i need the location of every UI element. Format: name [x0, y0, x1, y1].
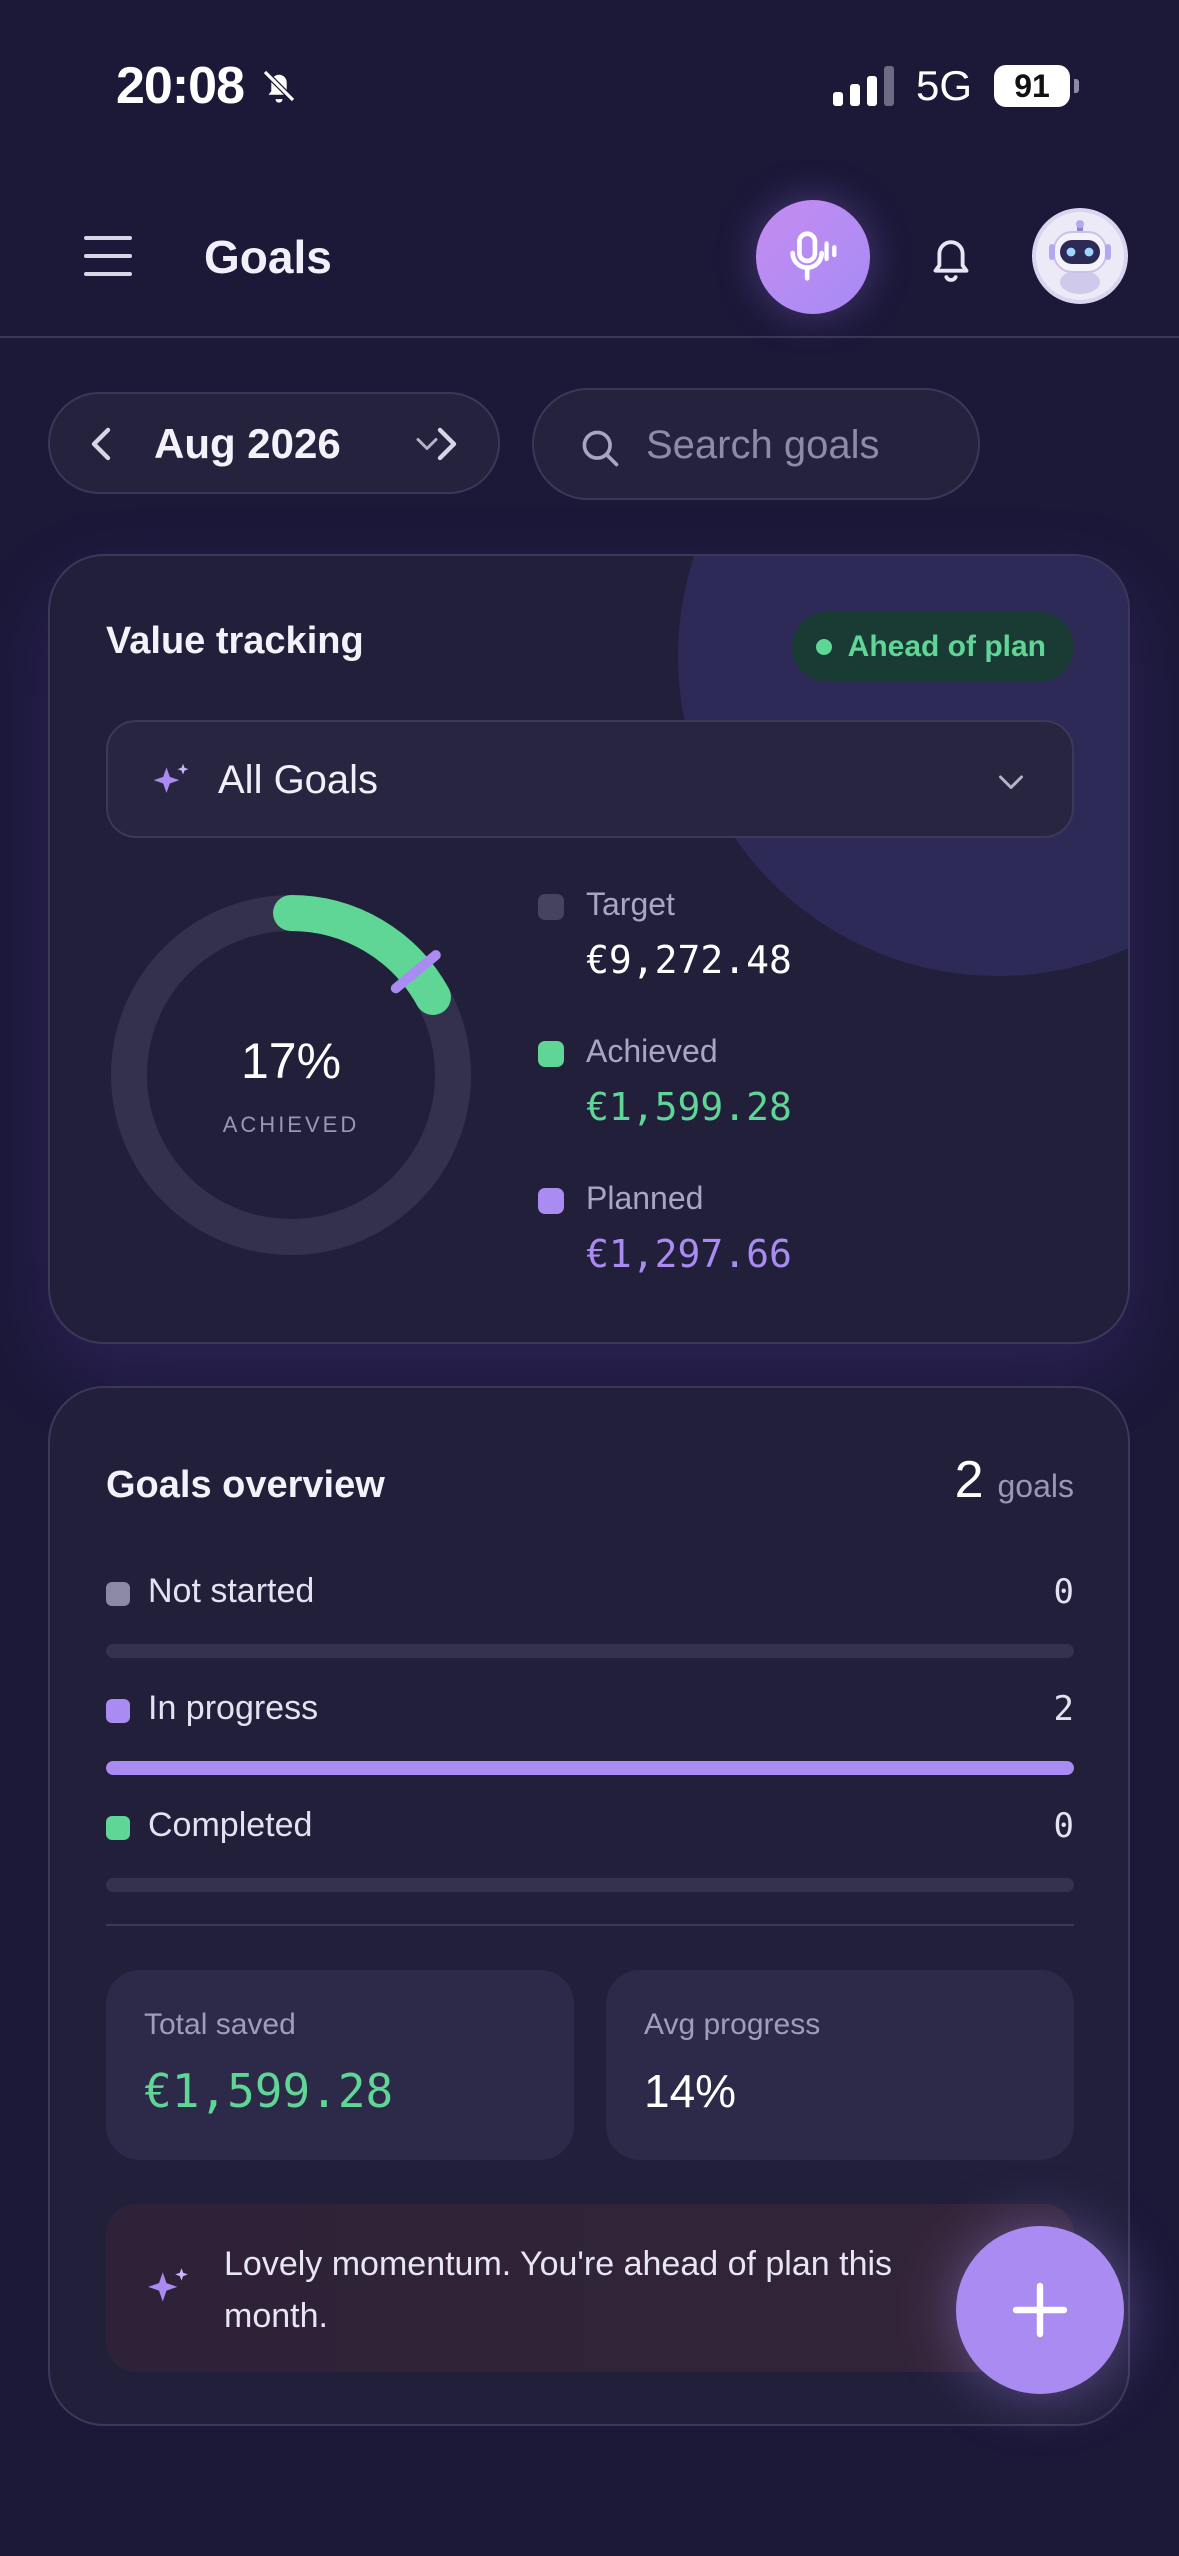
status-progress-track [106, 1644, 1074, 1658]
total-saved-value: €1,599.28 [144, 2064, 394, 2118]
value-tracking-card: Value tracking Ahead of plan All Goals 1… [48, 554, 1130, 1344]
goals-count: 2 goals [955, 1450, 1074, 1510]
add-goal-button[interactable] [956, 2226, 1124, 2394]
total-saved-box: Total saved €1,599.28 [106, 1970, 574, 2160]
clock: 20:08 [116, 57, 245, 115]
status-dot [815, 639, 832, 655]
avg-progress-label: Avg progress [644, 2008, 821, 2041]
signal-icon [832, 66, 894, 106]
legend-value: €1,599.28 [586, 1085, 792, 1129]
status-time: 20:08 [116, 56, 300, 116]
momentum-note-text: Lovely momentum. You're ahead of plan th… [224, 2245, 893, 2335]
menu-icon[interactable] [84, 236, 132, 276]
avatar[interactable] [1032, 208, 1128, 304]
legend-label: Target [586, 886, 675, 922]
momentum-note: Lovely momentum. You're ahead of plan th… [106, 2204, 1074, 2372]
legend-swatch [538, 1041, 564, 1067]
status-label: In progress [148, 1689, 319, 1727]
network-type: 5G [915, 62, 972, 109]
legend-swatch [538, 894, 564, 920]
donut-achieved-arc [273, 895, 451, 1015]
search-input[interactable] [646, 420, 946, 470]
avg-progress-box: Avg progress 14% [606, 1970, 1074, 2160]
plus-icon [1012, 2282, 1068, 2338]
legend-value: €9,272.48 [586, 938, 792, 982]
total-saved-label: Total saved [144, 2008, 296, 2041]
chevron-left-icon[interactable] [82, 422, 122, 466]
goal-selector-value: All Goals [218, 758, 379, 802]
status-indicators: 5G 91 [832, 62, 1079, 110]
bell-muted-icon [263, 70, 295, 103]
month-label[interactable]: Aug 2026 [154, 420, 341, 468]
goals-count-number: 2 [954, 1451, 984, 1509]
voice-input-button[interactable] [756, 200, 870, 314]
status-badge-label: Ahead of plan [847, 630, 1046, 663]
donut-sub-label: ACHIEVED [222, 1112, 360, 1137]
search-icon [582, 430, 619, 467]
month-picker: Aug 2026 [48, 392, 500, 494]
battery-icon: 91 [994, 65, 1079, 107]
status-progress-fill [106, 1761, 1074, 1775]
value-tracking-title: Value tracking [106, 620, 364, 662]
goals-overview-title: Goals overview [106, 1464, 385, 1506]
status-swatch [106, 1699, 130, 1723]
search-box [532, 388, 980, 500]
donut-percent: 17% [240, 1033, 342, 1089]
avg-progress-value: 14% [644, 2065, 737, 2117]
status-badge: Ahead of plan [791, 612, 1074, 682]
robot-avatar-icon [1049, 220, 1111, 294]
legend-swatch [538, 1188, 564, 1214]
status-progress-track [106, 1878, 1074, 1892]
status-count: 0 [1053, 1806, 1074, 1846]
app-header: Goals [0, 180, 1179, 338]
goal-selector[interactable]: All Goals [106, 720, 1074, 838]
chevron-right-icon[interactable] [426, 422, 466, 466]
sparkle-icon [153, 763, 189, 793]
status-progress-track [106, 1761, 1074, 1775]
microphone-icon [790, 231, 837, 281]
notifications-button[interactable] [920, 228, 982, 290]
status-label: Completed [148, 1806, 313, 1844]
goals-screen: 20:08 5G 91 Goals Aug 2026 Search goals … [0, 0, 1179, 2556]
battery-level: 91 [994, 65, 1070, 107]
legend-label: Achieved [586, 1033, 718, 1069]
page-title: Goals [204, 231, 332, 283]
status-swatch [106, 1582, 130, 1606]
legend-value: €1,297.66 [586, 1232, 792, 1276]
status-label: Not started [148, 1572, 315, 1610]
status-count: 0 [1053, 1572, 1074, 1612]
chevron-down-icon [999, 775, 1023, 789]
status-count: 2 [1053, 1689, 1074, 1729]
goals-count-unit: goals [997, 1468, 1075, 1504]
sparkle-icon [148, 2268, 188, 2302]
divider [106, 1924, 1074, 1926]
status-swatch [106, 1816, 130, 1840]
bell-icon [933, 240, 969, 282]
legend-label: Planned [586, 1180, 704, 1216]
